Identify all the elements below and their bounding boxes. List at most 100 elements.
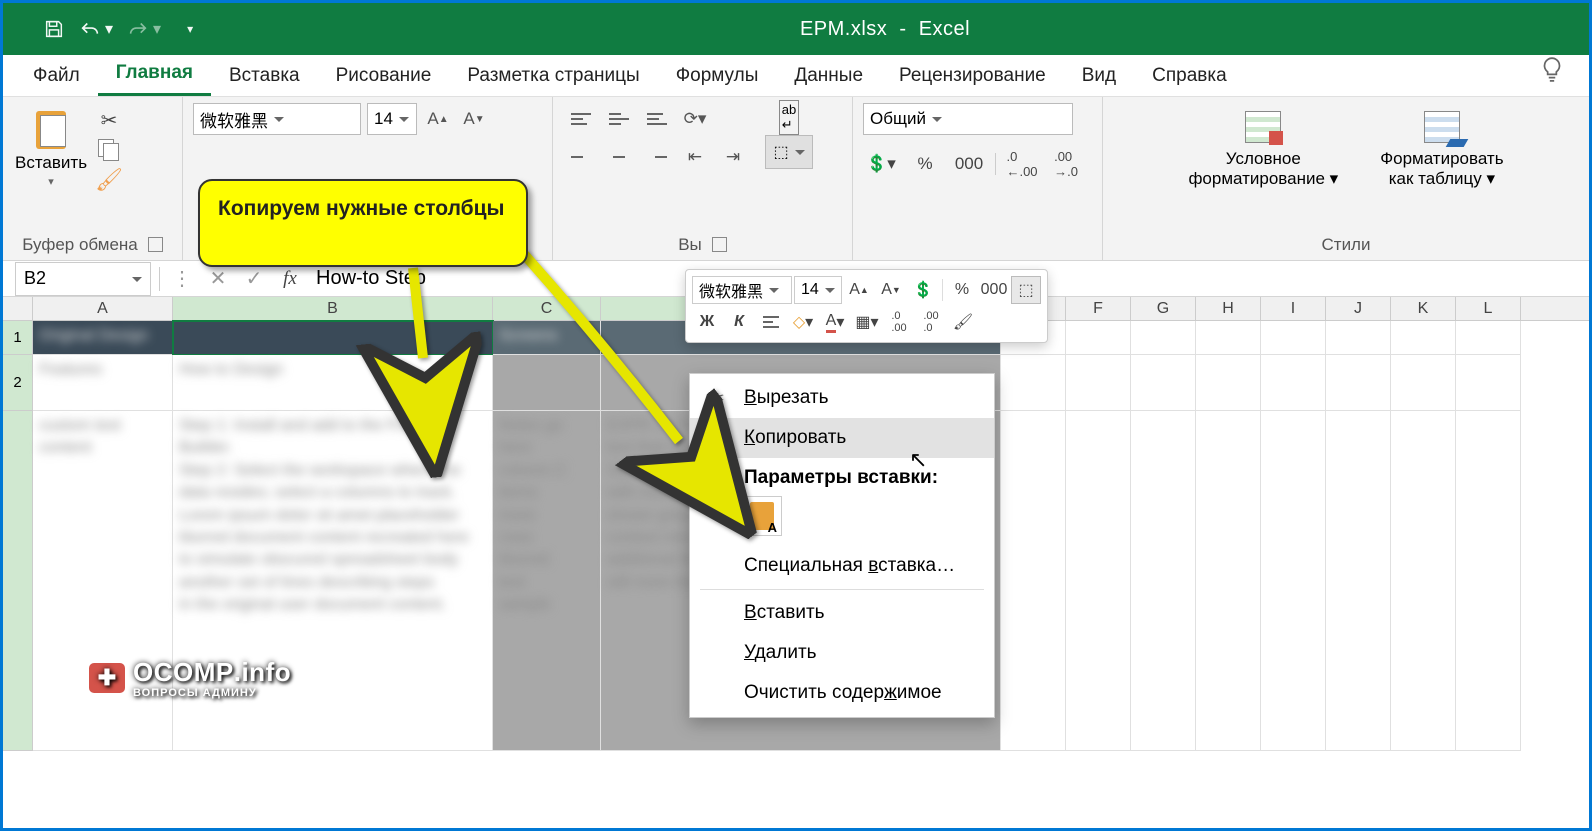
watermark-badge-icon: ✚: [89, 663, 125, 693]
number-format-dropdown[interactable]: Общий: [863, 103, 1073, 135]
tab-insert[interactable]: Вставка: [211, 56, 318, 96]
tab-home[interactable]: Главная: [98, 53, 211, 96]
col-header-f[interactable]: F: [1066, 297, 1131, 320]
tab-view[interactable]: Вид: [1064, 56, 1134, 96]
row-header-3[interactable]: [3, 411, 33, 751]
tab-draw[interactable]: Рисование: [318, 56, 450, 96]
mini-fill-icon[interactable]: ◇▾: [788, 308, 818, 336]
context-insert[interactable]: Вставить: [690, 593, 994, 633]
context-clear[interactable]: Очистить содержимое: [690, 673, 994, 713]
fx-icon[interactable]: fx: [272, 263, 308, 295]
format-as-table-icon: [1420, 107, 1464, 147]
paste-option-default[interactable]: [742, 496, 782, 536]
comma-icon[interactable]: 000: [951, 149, 987, 179]
conditional-formatting-button[interactable]: Условное форматирование ▾: [1182, 103, 1344, 194]
cut-icon[interactable]: ✂: [95, 107, 123, 133]
align-bottom-icon[interactable]: [639, 103, 675, 135]
redo-button[interactable]: ▾: [127, 19, 161, 39]
cancel-icon[interactable]: ✕: [200, 263, 236, 295]
col-header-c[interactable]: C: [493, 297, 601, 320]
col-header-h[interactable]: H: [1196, 297, 1261, 320]
col-header-a[interactable]: A: [33, 297, 173, 320]
align-top-icon[interactable]: [563, 103, 599, 135]
paste-button[interactable]: Вставить ▾: [13, 103, 89, 192]
tell-me-icon[interactable]: [1527, 47, 1577, 96]
decrease-font-icon[interactable]: A▼: [459, 103, 489, 135]
tab-help[interactable]: Справка: [1134, 56, 1245, 96]
align-left-icon[interactable]: [563, 141, 599, 173]
row-header-1[interactable]: 1: [3, 321, 33, 355]
col-header-g[interactable]: G: [1131, 297, 1196, 320]
row-header-2[interactable]: 2: [3, 355, 33, 411]
mini-font-color-icon[interactable]: A▾: [820, 308, 850, 336]
context-cut[interactable]: ✂ВВырезатьырезать: [690, 378, 994, 418]
context-menu: ✂ВВырезатьырезать Копировать 📋Параметры …: [689, 373, 995, 718]
group-label-alignment: Вы: [563, 232, 842, 258]
tab-formulas[interactable]: Формулы: [658, 56, 777, 96]
col-header-b[interactable]: B: [173, 297, 493, 320]
align-right-icon[interactable]: [639, 141, 675, 173]
ribbon-group-alignment: ⟳▾ ⇤ ⇥ ab↵ ⬚ Вы: [553, 97, 853, 260]
mini-font-dropdown[interactable]: 微软雅黑: [692, 276, 792, 304]
mini-italic-icon[interactable]: К: [724, 308, 754, 336]
ribbon-group-clipboard: Вставить ▾ ✂ 🖌 Буфер обмена: [3, 97, 183, 260]
confirm-icon[interactable]: ✓: [236, 263, 272, 295]
save-icon[interactable]: [43, 18, 65, 40]
mini-percent-icon[interactable]: %: [947, 276, 977, 304]
tab-review[interactable]: Рецензирование: [881, 56, 1064, 96]
mini-size-dropdown[interactable]: 14: [794, 276, 842, 304]
col-header-l[interactable]: L: [1456, 297, 1521, 320]
mini-format-painter-icon[interactable]: 🖌: [948, 308, 978, 336]
align-center-icon[interactable]: [601, 141, 637, 173]
undo-button[interactable]: ▾: [79, 19, 113, 39]
select-all-corner[interactable]: [3, 297, 33, 320]
context-delete[interactable]: Удалить: [690, 633, 994, 673]
mini-dec-decimal-icon[interactable]: .00.0: [916, 308, 946, 336]
format-painter-icon[interactable]: 🖌: [95, 167, 123, 193]
currency-icon[interactable]: 💲▾: [863, 149, 899, 179]
context-copy[interactable]: Копировать: [690, 418, 994, 458]
mini-bold-icon[interactable]: Ж: [692, 308, 722, 336]
tab-data[interactable]: Данные: [776, 56, 881, 96]
col-header-i[interactable]: I: [1261, 297, 1326, 320]
title-bar: ▾ ▾ ▾ EPM.xlsx - Excel: [3, 3, 1589, 55]
font-name-dropdown[interactable]: 微软雅黑: [193, 103, 361, 135]
align-middle-icon[interactable]: [601, 103, 637, 135]
increase-font-icon[interactable]: A▲: [423, 103, 453, 135]
paste-icon: [30, 107, 72, 151]
group-label-number: [863, 252, 1092, 258]
mini-increase-font-icon[interactable]: A▲: [844, 276, 874, 304]
formula-bar-dropdown-icon[interactable]: ⋮: [164, 263, 200, 295]
font-size-dropdown[interactable]: 14: [367, 103, 417, 135]
tab-layout[interactable]: Разметка страницы: [449, 56, 657, 96]
name-box[interactable]: B2: [15, 262, 151, 296]
qat-customize-icon[interactable]: ▾: [187, 22, 193, 36]
annotation-callout: Копируем нужные столбцы: [198, 179, 528, 267]
col-header-j[interactable]: J: [1326, 297, 1391, 320]
mini-toolbar: 微软雅黑 14 A▲ A▼ 💲 % 000 ⬚ Ж К ◇▾ A▾ ▦▾ .0.…: [685, 269, 1048, 343]
increase-decimal-icon[interactable]: .0←.00: [1004, 149, 1040, 179]
mini-currency-icon[interactable]: 💲: [908, 276, 938, 304]
mini-comma-icon[interactable]: 000: [979, 276, 1009, 304]
mini-merge-icon[interactable]: ⬚: [1011, 276, 1041, 304]
mini-align-icon[interactable]: [756, 308, 786, 336]
context-paste-special[interactable]: Специальная вставка…: [690, 546, 994, 586]
merge-cells-button[interactable]: ⬚: [765, 135, 813, 169]
ribbon-group-styles: Условное форматирование ▾ Форматировать …: [1103, 97, 1589, 260]
copy-icon: [704, 426, 730, 450]
tab-file[interactable]: Файл: [15, 56, 98, 96]
format-as-table-button[interactable]: Форматировать как таблицу ▾: [1374, 103, 1509, 194]
decrease-decimal-icon[interactable]: .00→.0: [1048, 149, 1084, 179]
copy-icon[interactable]: [95, 137, 123, 163]
decrease-indent-icon[interactable]: ⇤: [677, 141, 713, 173]
increase-indent-icon[interactable]: ⇥: [715, 141, 751, 173]
percent-icon[interactable]: %: [907, 149, 943, 179]
mini-inc-decimal-icon[interactable]: .0.00: [884, 308, 914, 336]
conditional-formatting-icon: [1241, 107, 1285, 147]
orientation-icon[interactable]: ⟳▾: [677, 103, 713, 135]
col-header-k[interactable]: K: [1391, 297, 1456, 320]
mini-decrease-font-icon[interactable]: A▼: [876, 276, 906, 304]
mini-borders-icon[interactable]: ▦▾: [852, 308, 882, 336]
wrap-text-icon[interactable]: ab↵: [774, 103, 804, 131]
ribbon-tabs: Файл Главная Вставка Рисование Разметка …: [3, 55, 1589, 97]
